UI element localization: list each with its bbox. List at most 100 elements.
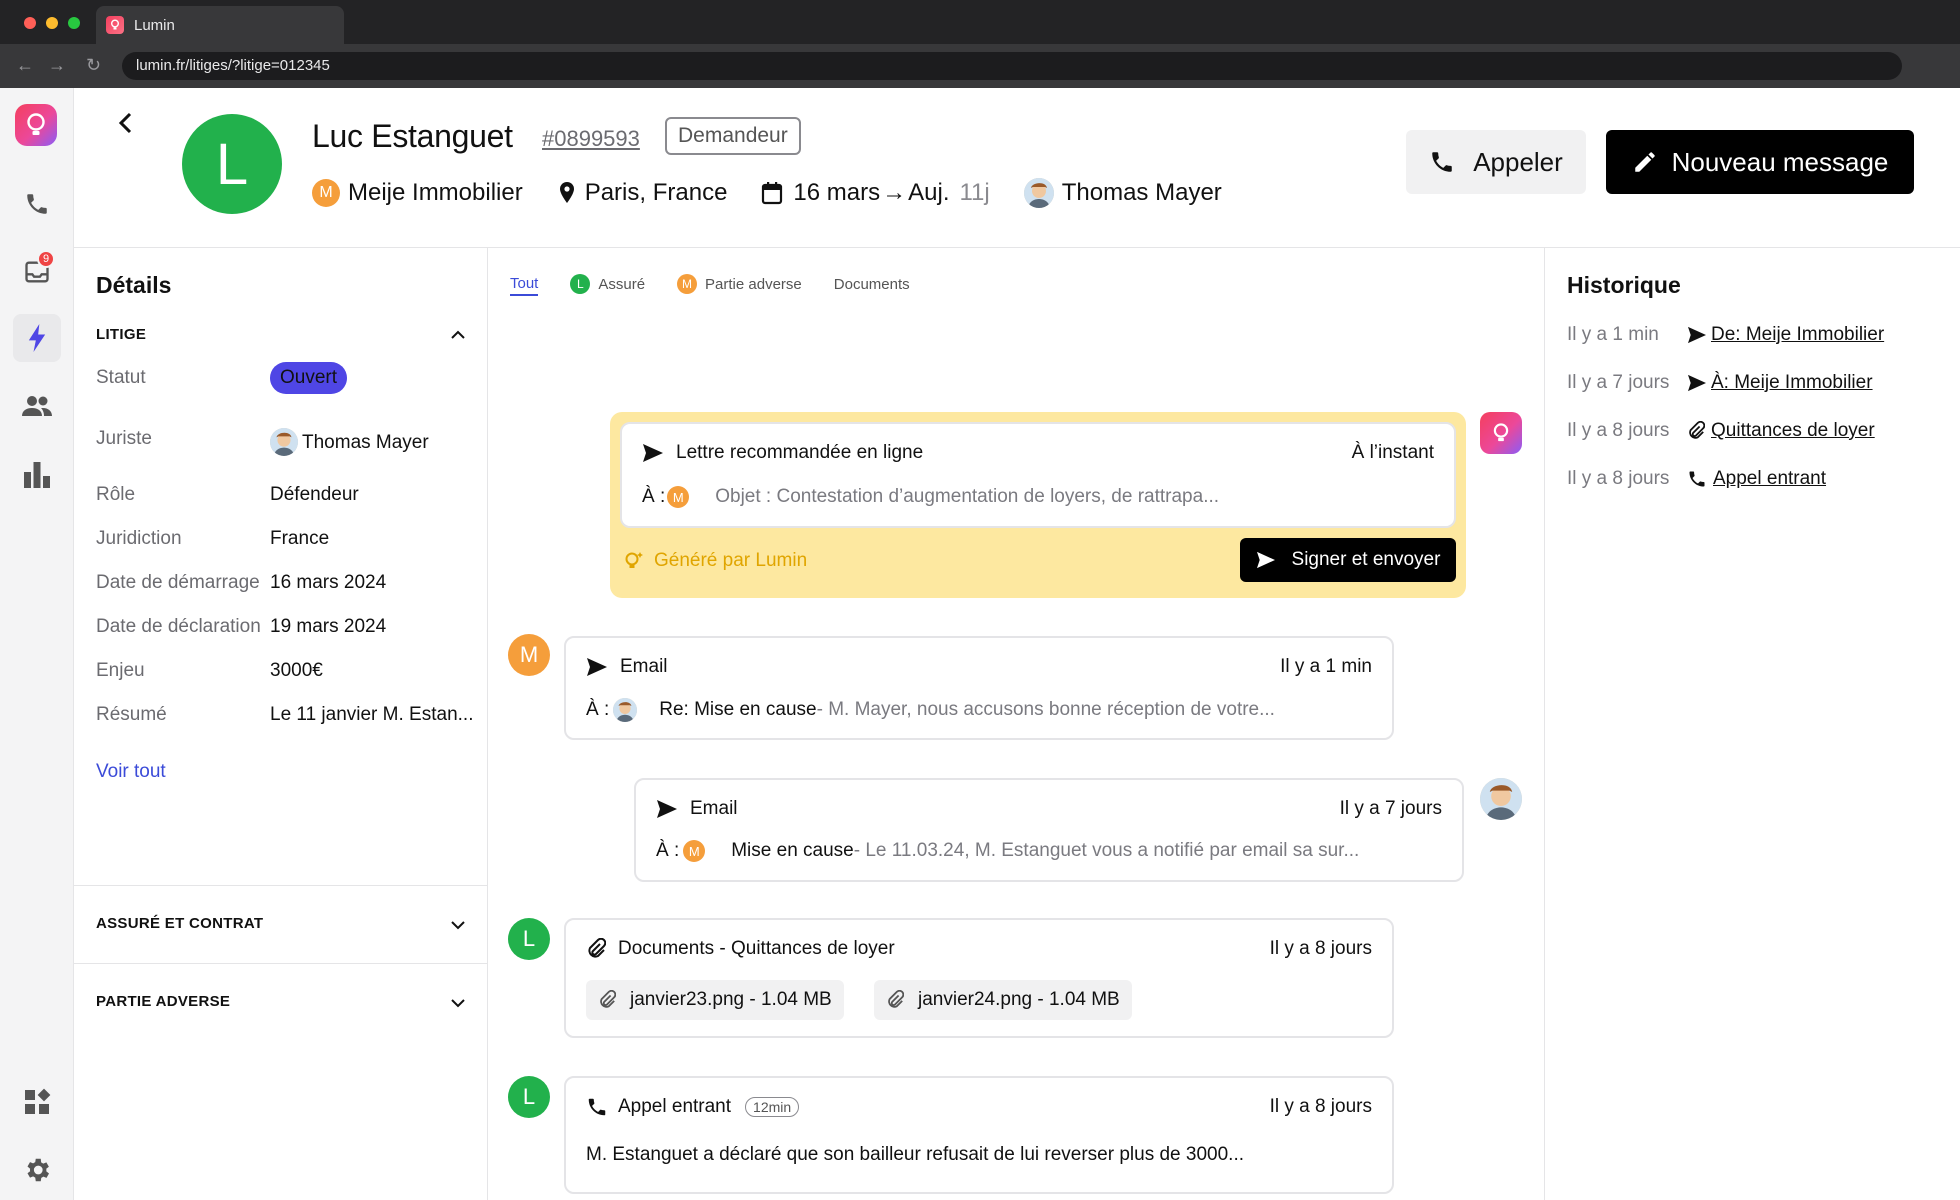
phone-icon bbox=[1689, 471, 1705, 487]
lumin-logo[interactable] bbox=[15, 104, 57, 146]
new-message-button[interactable]: Nouveau message bbox=[1606, 130, 1914, 194]
file-attachment[interactable]: janvier24.png - 1.04 MB bbox=[874, 980, 1132, 1020]
dates-meta: 16 mars → Auj. 11j bbox=[761, 179, 990, 207]
reload-icon[interactable]: ↻ bbox=[86, 55, 101, 76]
maximize-window-button[interactable] bbox=[68, 17, 80, 29]
call-label: Appeler bbox=[1473, 146, 1563, 177]
case-meta: M Meije Immobilier Paris, France 16 mars… bbox=[312, 178, 1256, 208]
detail-label: Date de déclaration bbox=[96, 616, 261, 637]
address-bar[interactable]: lumin.fr/litiges/?litige=012345 bbox=[122, 52, 1902, 80]
widgets-icon[interactable] bbox=[13, 1078, 61, 1126]
back-chevron-icon[interactable] bbox=[116, 110, 136, 141]
app-window: 9 L Luc Estanguet #0899593 Demandeur M M… bbox=[0, 88, 1960, 1200]
documents-card[interactable]: Documents - Quittances de loyer Il y a 8… bbox=[564, 918, 1394, 1038]
settings-gear-icon[interactable] bbox=[13, 1146, 61, 1194]
call-time: Il y a 8 jours bbox=[1269, 1096, 1372, 1117]
call-title: Appel entrant bbox=[618, 1096, 732, 1117]
file-name: janvier23.png - 1.04 MB bbox=[630, 989, 832, 1010]
sign-and-send-button[interactable]: Signer et envoyer bbox=[1240, 538, 1456, 582]
assure-dot: L bbox=[570, 274, 591, 294]
draft-recipient: À : M Objet : Contestation d’augmentatio… bbox=[642, 486, 1219, 508]
recipient-avatar: M bbox=[667, 486, 690, 508]
draft-letter-card[interactable]: Lettre recommandée en ligne À l’instant … bbox=[620, 422, 1456, 528]
detail-row-statut: Statut Ouvert bbox=[96, 362, 348, 394]
sender-avatar: L bbox=[508, 918, 550, 960]
lightning-icon[interactable] bbox=[13, 314, 61, 362]
inbox-icon[interactable]: 9 bbox=[13, 248, 61, 296]
see-all-link[interactable]: Voir tout bbox=[96, 761, 166, 783]
assignee-meta[interactable]: Thomas Mayer bbox=[1023, 178, 1222, 208]
tab-assure[interactable]: L Assuré bbox=[570, 272, 645, 296]
email-card[interactable]: Email Il y a 1 min À : Re: Mise en cause… bbox=[564, 636, 1394, 740]
detail-label: Juridiction bbox=[96, 528, 182, 549]
history-item[interactable]: Il y a 1 min De: Meije Immobilier bbox=[1567, 324, 1884, 346]
history-item[interactable]: Il y a 8 jours Quittances de loyer bbox=[1567, 420, 1875, 442]
start-date: 16 mars bbox=[793, 179, 881, 206]
detail-row-juriste: Juriste Thomas Mayer bbox=[96, 422, 429, 456]
file-attachment[interactable]: janvier23.png - 1.04 MB bbox=[586, 980, 844, 1020]
tab-partie-adverse[interactable]: M Partie adverse bbox=[677, 272, 802, 296]
paperclip-icon bbox=[888, 990, 904, 1008]
send-icon bbox=[1688, 326, 1706, 344]
assure-section-header[interactable]: ASSURÉ ET CONTRAT bbox=[96, 915, 263, 932]
email-time: Il y a 7 jours bbox=[1339, 798, 1442, 819]
chevron-up-icon[interactable] bbox=[451, 330, 465, 340]
status-badge: Ouvert bbox=[270, 362, 348, 394]
chevron-down-icon[interactable] bbox=[451, 998, 465, 1008]
back-arrow-icon[interactable]: ← bbox=[16, 55, 34, 76]
browser-tab[interactable]: Lumin bbox=[96, 6, 344, 44]
minimize-window-button[interactable] bbox=[46, 17, 58, 29]
users-icon[interactable] bbox=[13, 382, 61, 430]
call-card[interactable]: Appel entrant 12min Il y a 8 jours M. Es… bbox=[564, 1076, 1394, 1194]
phone-icon bbox=[588, 1098, 606, 1116]
calendar-icon bbox=[762, 182, 783, 205]
history-item[interactable]: Il y a 8 jours Appel entrant bbox=[1567, 468, 1826, 490]
send-icon bbox=[1688, 374, 1706, 392]
history-link[interactable]: Quittances de loyer bbox=[1711, 420, 1875, 442]
email-recipient: À : Re: Mise en cause - M. Mayer, nous a… bbox=[586, 698, 1275, 722]
chevron-down-icon[interactable] bbox=[451, 920, 465, 930]
history-time: Il y a 1 min bbox=[1567, 324, 1659, 345]
tab-label: Assuré bbox=[598, 275, 646, 293]
history-link[interactable]: À: Meije Immobilier bbox=[1711, 372, 1873, 394]
email-card[interactable]: Email Il y a 7 jours À : M Mise en cause… bbox=[634, 778, 1464, 882]
tab-tout[interactable]: Tout bbox=[510, 272, 539, 296]
ai-draft-card: Lettre recommandée en ligne À l’instant … bbox=[610, 412, 1466, 598]
feed-tabs: Tout L Assuré M Partie adverse Documents bbox=[510, 272, 942, 296]
history-panel: Historique Il y a 1 min De: Meije Immobi… bbox=[1544, 248, 1960, 1200]
company-meta[interactable]: M Meije Immobilier bbox=[312, 179, 523, 207]
draft-header: Lettre recommandée en ligne bbox=[642, 442, 923, 464]
history-item[interactable]: Il y a 7 jours À: Meije Immobilier bbox=[1567, 372, 1873, 394]
history-link[interactable]: Appel entrant bbox=[1713, 468, 1826, 490]
detail-row-juridiction: Juridiction France bbox=[96, 528, 329, 550]
close-window-button[interactable] bbox=[24, 17, 36, 29]
call-button[interactable]: Appeler bbox=[1406, 130, 1586, 194]
location-pin-icon bbox=[559, 182, 574, 203]
details-title: Détails bbox=[96, 272, 172, 298]
tab-documents[interactable]: Documents bbox=[834, 272, 910, 296]
window-controls[interactable] bbox=[24, 17, 80, 29]
history-link[interactable]: De: Meije Immobilier bbox=[1711, 324, 1884, 346]
chart-icon[interactable] bbox=[13, 450, 61, 498]
detail-label: Date de démarrage bbox=[96, 572, 260, 593]
litige-section-header[interactable]: LITIGE bbox=[96, 326, 146, 343]
detail-label: Juriste bbox=[96, 428, 152, 449]
location-text: Paris, France bbox=[584, 179, 728, 206]
lumin-logo bbox=[1480, 412, 1522, 454]
call-header: Appel entrant 12min bbox=[586, 1096, 800, 1118]
phone-icon[interactable] bbox=[13, 180, 61, 228]
lumin-favicon bbox=[106, 16, 124, 34]
case-reference-link[interactable]: #0899593 bbox=[542, 126, 640, 152]
paperclip-icon bbox=[588, 938, 606, 958]
history-title: Historique bbox=[1567, 272, 1681, 298]
nav-rail: 9 bbox=[0, 88, 74, 1200]
tab-label: Partie adverse bbox=[705, 275, 802, 293]
role-badge: Demandeur bbox=[665, 117, 801, 155]
forward-arrow-icon[interactable]: → bbox=[48, 55, 66, 76]
call-duration-badge: 12min bbox=[745, 1097, 800, 1117]
lightbulb-icon bbox=[625, 552, 643, 568]
email-header: Email bbox=[656, 798, 738, 820]
adverse-section-header[interactable]: PARTIE ADVERSE bbox=[96, 993, 230, 1010]
history-time: Il y a 8 jours bbox=[1567, 420, 1670, 441]
client-name: Luc Estanguet bbox=[312, 118, 513, 154]
